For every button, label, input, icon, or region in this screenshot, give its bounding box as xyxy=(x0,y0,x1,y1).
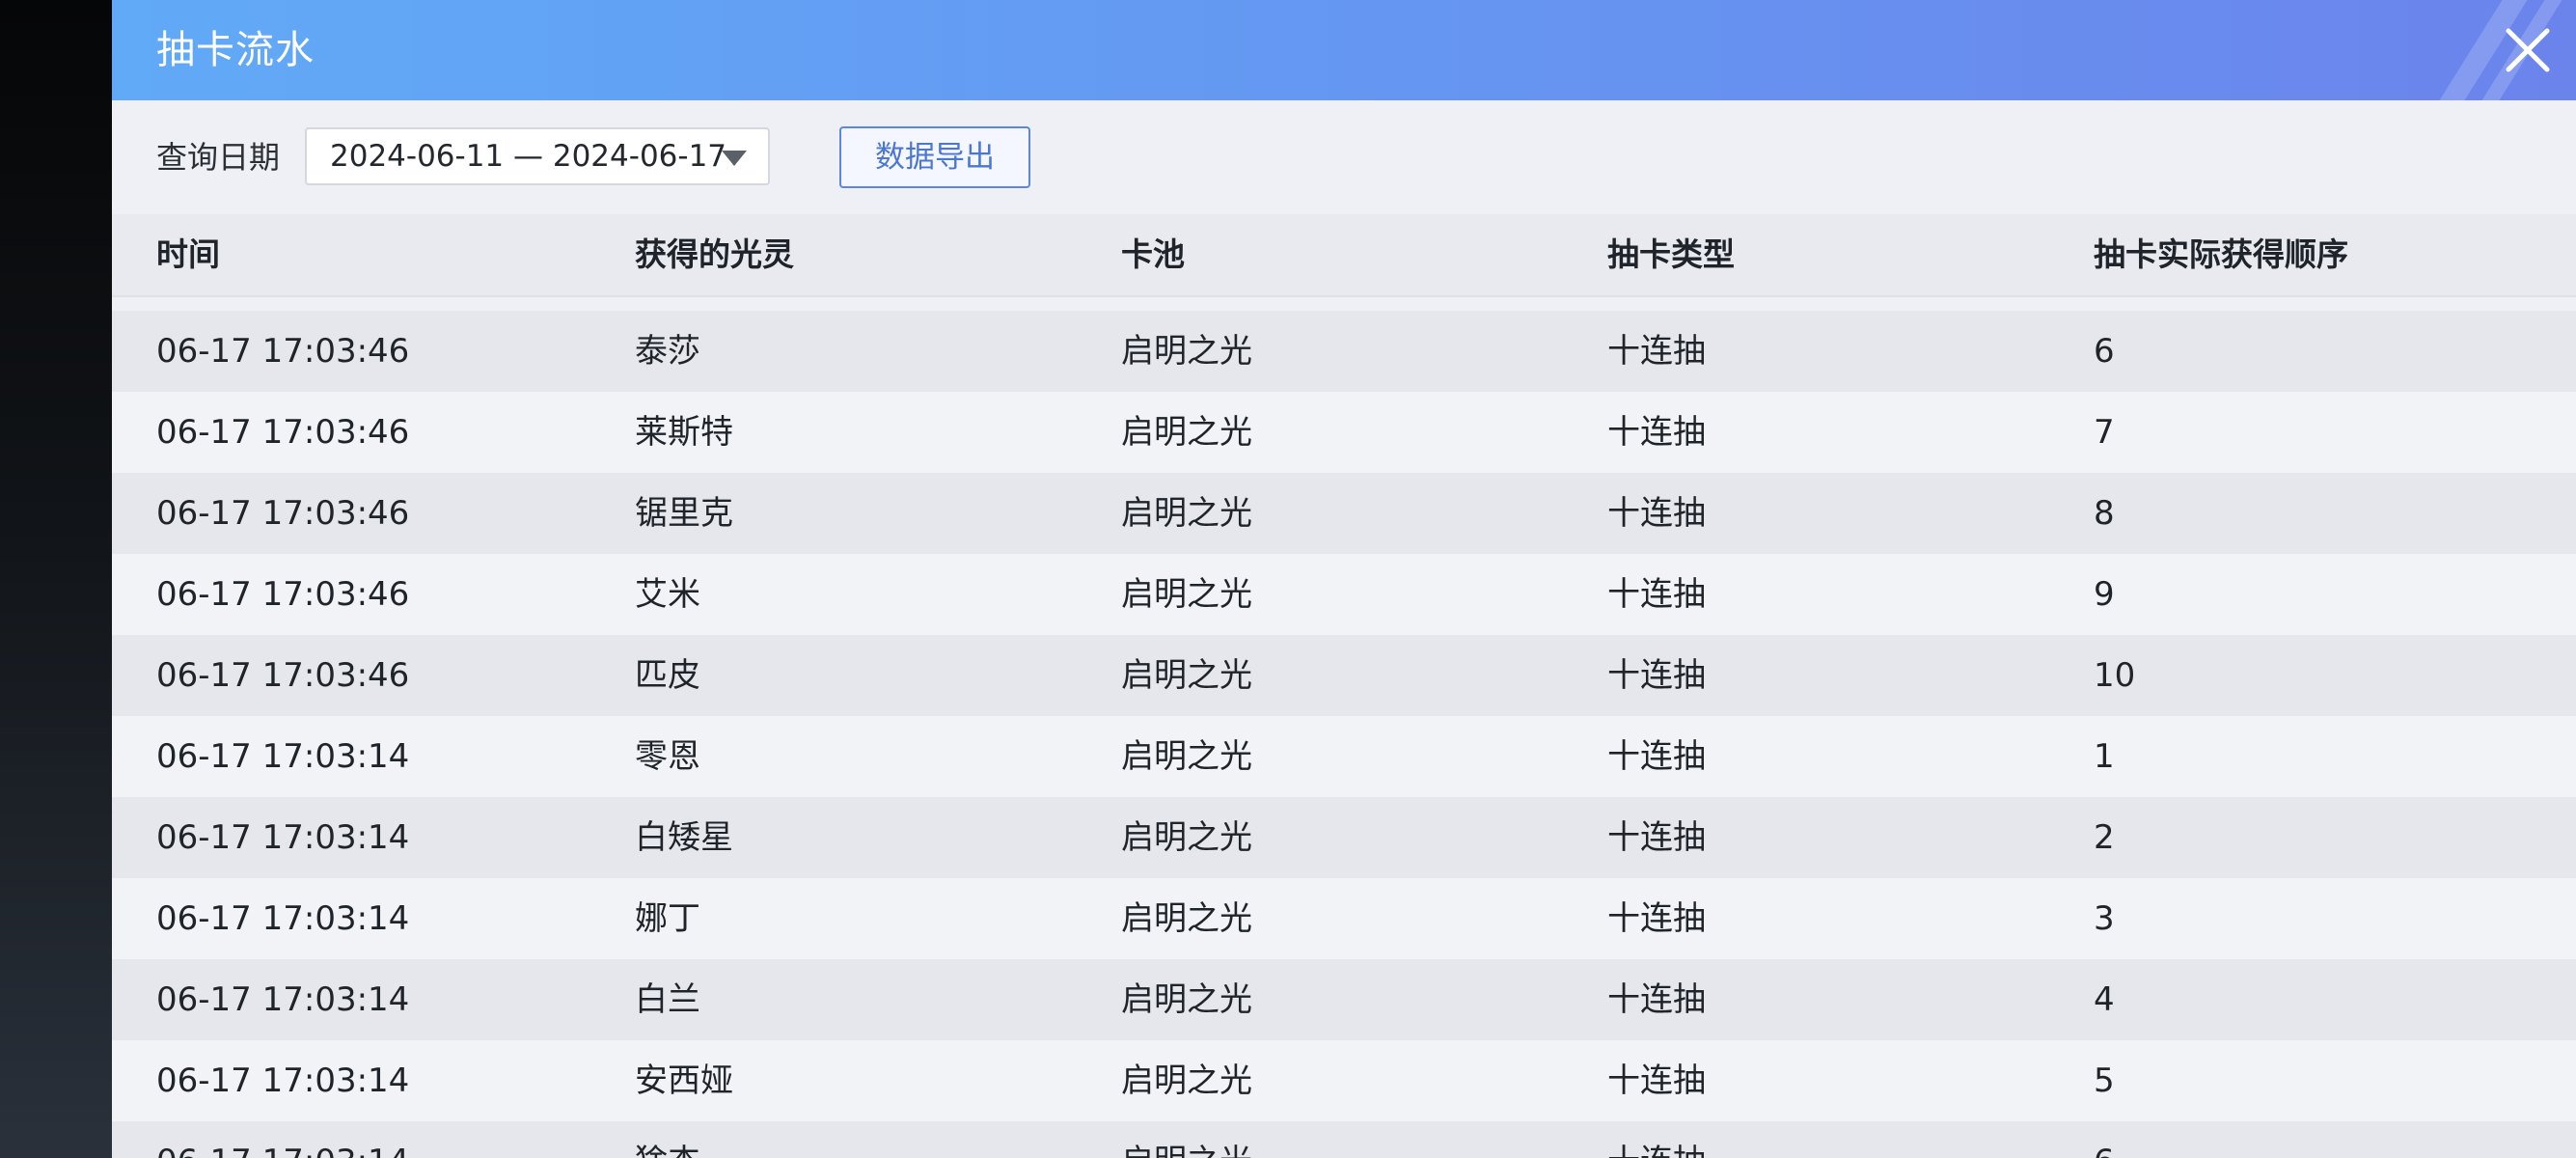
background-edge xyxy=(0,0,112,1158)
cell-type: 十连抽 xyxy=(1607,818,1706,857)
cell-pool: 启明之光 xyxy=(1121,737,1252,776)
cell-type: 十连抽 xyxy=(1607,413,1706,452)
cell-pool: 启明之光 xyxy=(1121,818,1252,857)
cell-pool: 启明之光 xyxy=(1121,1121,1252,1158)
cell-spirit: 匹皮 xyxy=(635,656,700,695)
cell-pool: 启明之光 xyxy=(1121,980,1252,1019)
cell-spirit: 零恩 xyxy=(635,737,700,776)
cell-type: 十连抽 xyxy=(1607,575,1706,614)
header-draw-order: 抽卡实际获得顺序 xyxy=(2094,235,2348,273)
cell-spirit: 白兰 xyxy=(635,980,700,1019)
cell-pool: 启明之光 xyxy=(1121,413,1252,452)
header-time: 时间 xyxy=(156,235,220,273)
table-row[interactable]: 06-17 17:03:14 安西娅 启明之光 十连抽 5 xyxy=(112,1040,2576,1121)
cell-time: 06-17 17:03:14 xyxy=(156,1121,409,1158)
cell-spirit: 白矮星 xyxy=(635,818,733,857)
table-row[interactable]: 06-17 17:03:14 猞杰 启明之光 十连抽 6 xyxy=(112,1121,2576,1158)
cell-pool: 启明之光 xyxy=(1121,575,1252,614)
cell-order: 1 xyxy=(2094,737,2115,776)
cell-type: 十连抽 xyxy=(1607,494,1706,533)
table-row[interactable]: 06-17 17:03:14 娜丁 启明之光 十连抽 3 xyxy=(112,878,2576,959)
cell-time: 06-17 17:03:14 xyxy=(156,1062,410,1100)
header-draw-type: 抽卡类型 xyxy=(1607,235,1735,273)
caret-down-icon xyxy=(722,151,747,166)
table-row[interactable]: 06-17 17:03:46 艾米 启明之光 十连抽 9 xyxy=(112,554,2576,635)
table-header: 时间 获得的光灵 卡池 抽卡类型 抽卡实际获得顺序 xyxy=(112,214,2576,297)
cell-time: 06-17 17:03:46 xyxy=(156,332,410,371)
date-range-select[interactable]: 2024-06-11 — 2024-06-17 xyxy=(305,127,770,185)
gacha-history-dialog: 抽卡流水 查询日期 2024-06-11 — 2024-06-17 数据导出 时… xyxy=(112,0,2576,1158)
cell-order: 6 xyxy=(2094,332,2115,371)
cell-time: 06-17 17:03:46 xyxy=(156,575,410,614)
close-icon xyxy=(2506,28,2550,72)
cell-type: 十连抽 xyxy=(1607,1062,1706,1100)
close-button[interactable] xyxy=(2499,21,2557,79)
cell-time: 06-17 17:03:46 xyxy=(156,494,410,533)
cell-spirit: 艾米 xyxy=(635,575,700,614)
gacha-record-table: 时间 获得的光灵 卡池 抽卡类型 抽卡实际获得顺序 06-17 17:03:46… xyxy=(112,214,2576,1158)
cell-type: 十连抽 xyxy=(1607,332,1706,371)
cell-pool: 启明之光 xyxy=(1121,1062,1252,1100)
cell-order: 6 xyxy=(2094,1121,2115,1158)
cell-order: 2 xyxy=(2094,818,2115,857)
cell-time: 06-17 17:03:14 xyxy=(156,818,410,857)
header-spacer xyxy=(112,297,2576,311)
cell-time: 06-17 17:03:14 xyxy=(156,980,410,1019)
cell-pool: 启明之光 xyxy=(1121,656,1252,695)
cell-time: 06-17 17:03:46 xyxy=(156,413,410,452)
cell-order: 9 xyxy=(2094,575,2115,614)
cell-type: 十连抽 xyxy=(1607,980,1706,1019)
cell-order: 8 xyxy=(2094,494,2115,533)
dialog-titlebar: 抽卡流水 xyxy=(112,0,2576,100)
cell-order: 5 xyxy=(2094,1062,2115,1100)
export-data-button[interactable]: 数据导出 xyxy=(839,126,1030,188)
cell-spirit: 泰莎 xyxy=(635,332,700,371)
header-card-pool: 卡池 xyxy=(1121,235,1185,273)
dialog-title: 抽卡流水 xyxy=(156,28,315,72)
cell-order: 3 xyxy=(2094,899,2115,938)
cell-pool: 启明之光 xyxy=(1121,332,1252,371)
table-row[interactable]: 06-17 17:03:46 泰莎 启明之光 十连抽 6 xyxy=(112,311,2576,392)
header-obtained-spirit: 获得的光灵 xyxy=(635,235,794,273)
cell-order: 4 xyxy=(2094,980,2115,1019)
cell-type: 十连抽 xyxy=(1607,656,1706,695)
cell-type: 十连抽 xyxy=(1607,1121,1706,1158)
cell-pool: 启明之光 xyxy=(1121,494,1252,533)
cell-order: 10 xyxy=(2094,656,2136,695)
cell-type: 十连抽 xyxy=(1607,737,1706,776)
cell-time: 06-17 17:03:14 xyxy=(156,737,410,776)
cell-time: 06-17 17:03:14 xyxy=(156,899,410,938)
filter-toolbar: 查询日期 2024-06-11 — 2024-06-17 数据导出 xyxy=(112,100,2576,214)
table-row[interactable]: 06-17 17:03:14 白兰 启明之光 十连抽 4 xyxy=(112,959,2576,1040)
cell-spirit: 安西娅 xyxy=(635,1062,733,1100)
table-row[interactable]: 06-17 17:03:46 莱斯特 启明之光 十连抽 7 xyxy=(112,392,2576,473)
cell-time: 06-17 17:03:46 xyxy=(156,656,410,695)
cell-spirit: 莱斯特 xyxy=(635,413,733,452)
table-row[interactable]: 06-17 17:03:46 锯里克 启明之光 十连抽 8 xyxy=(112,473,2576,554)
cell-spirit: 娜丁 xyxy=(635,899,700,938)
cell-spirit: 锯里克 xyxy=(635,494,733,533)
cell-order: 7 xyxy=(2094,413,2115,452)
query-date-label: 查询日期 xyxy=(156,139,281,176)
cell-type: 十连抽 xyxy=(1607,899,1706,938)
table-row[interactable]: 06-17 17:03:46 匹皮 启明之光 十连抽 10 xyxy=(112,635,2576,716)
date-range-value: 2024-06-11 — 2024-06-17 xyxy=(330,139,727,174)
cell-spirit: 猞杰 xyxy=(635,1121,700,1158)
table-row[interactable]: 06-17 17:03:14 白矮星 启明之光 十连抽 2 xyxy=(112,797,2576,878)
table-row[interactable]: 06-17 17:03:14 零恩 启明之光 十连抽 1 xyxy=(112,716,2576,797)
cell-pool: 启明之光 xyxy=(1121,899,1252,938)
